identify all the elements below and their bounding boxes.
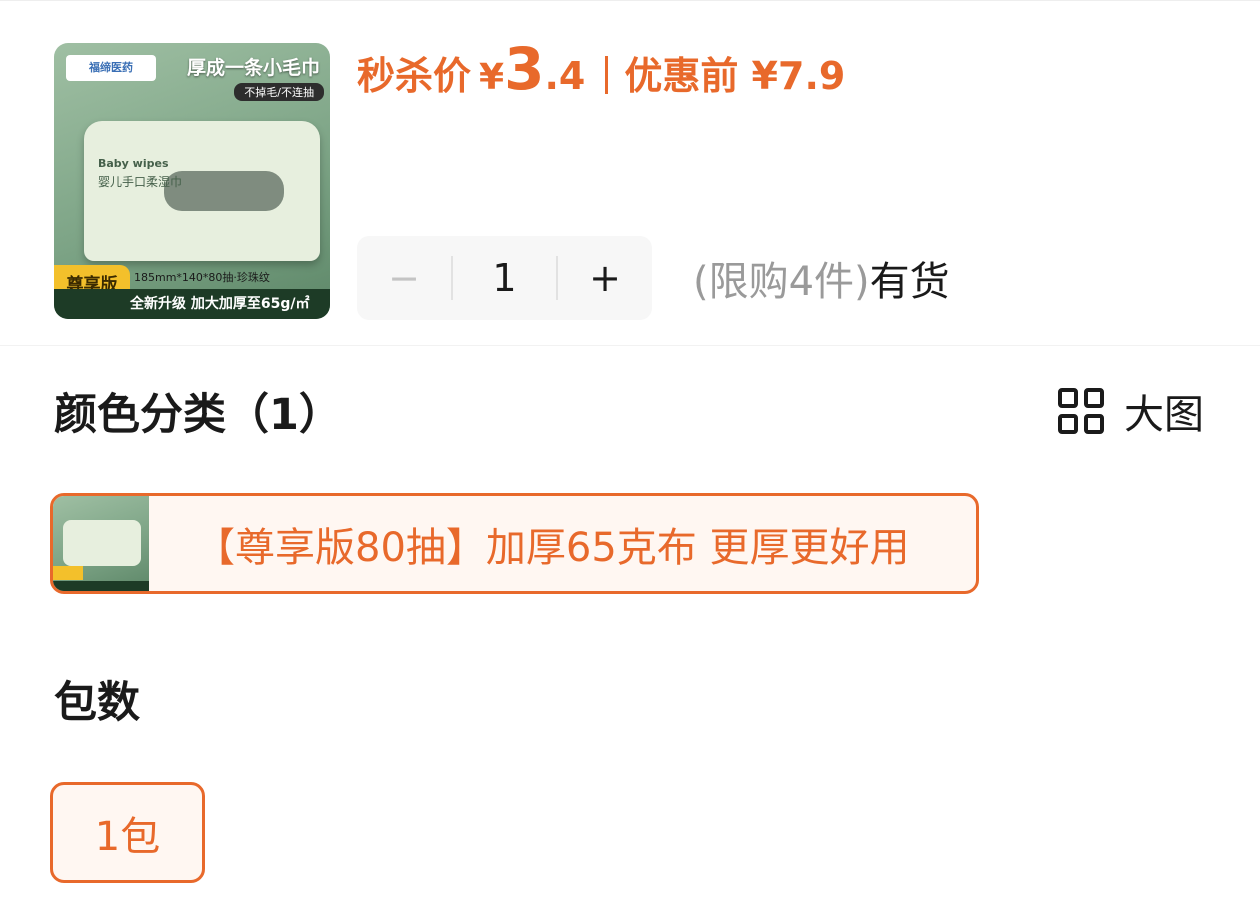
increase-quantity-button[interactable]: + [558,236,652,320]
image-spec: 185mm*140*80抽·珍珠纹 [134,271,270,284]
wipes-package-illustration: Baby wipes 婴儿手口柔湿巾 [84,121,320,261]
product-image[interactable]: 福缔医药 厚成一条小毛巾 不掉毛/不连抽 Baby wipes 婴儿手口柔湿巾 … [54,43,330,319]
package-label-cn: 婴儿手口柔湿巾 [98,175,183,189]
pack-section-title: 包数 [54,678,140,728]
pack-option-selected[interactable]: 1包 [50,782,205,883]
stock-info: (限购4件) 有货 [693,251,950,305]
quantity-value[interactable]: 1 [453,236,556,320]
decrease-quantity-button[interactable]: − [357,236,451,320]
original-price: 优惠前 ¥7.9 [624,54,846,98]
stock-status: 有货 [869,259,950,305]
big-view-toggle[interactable]: 大图 [1058,386,1204,438]
package-label-en: Baby wipes [98,157,169,170]
big-view-label: 大图 [1124,392,1204,438]
price-integer: 3 [504,35,545,103]
price-divider [605,56,609,94]
price-currency: ¥ [479,57,505,98]
pack-option-label: 1包 [94,813,161,860]
price-row: 秒杀价 ¥ 3 .4 优惠前 ¥7.9 [357,35,845,115]
price-decimal: .4 [544,54,586,98]
quantity-stepper: − 1 + [357,236,652,320]
brand-logo: 福缔医药 [66,55,156,81]
color-section-title: 颜色分类（1） [54,390,342,440]
image-bottom-strip: 全新升级 加大加厚至65g/㎡ [54,289,330,319]
price-label: 秒杀价 [357,54,472,98]
purchase-limit: (限购4件) [693,259,870,305]
image-headline: 厚成一条小毛巾 [186,57,320,79]
color-option-selected[interactable]: 【尊享版80抽】加厚65克布 更厚更好用 [50,493,979,594]
option-thumbnail [53,496,149,591]
grid-view-icon [1058,388,1104,434]
color-option-label: 【尊享版80抽】加厚65克布 更厚更好用 [195,524,910,571]
product-summary: 福缔医药 厚成一条小毛巾 不掉毛/不连抽 Baby wipes 婴儿手口柔湿巾 … [0,0,1260,346]
image-subtag: 不掉毛/不连抽 [234,83,324,101]
